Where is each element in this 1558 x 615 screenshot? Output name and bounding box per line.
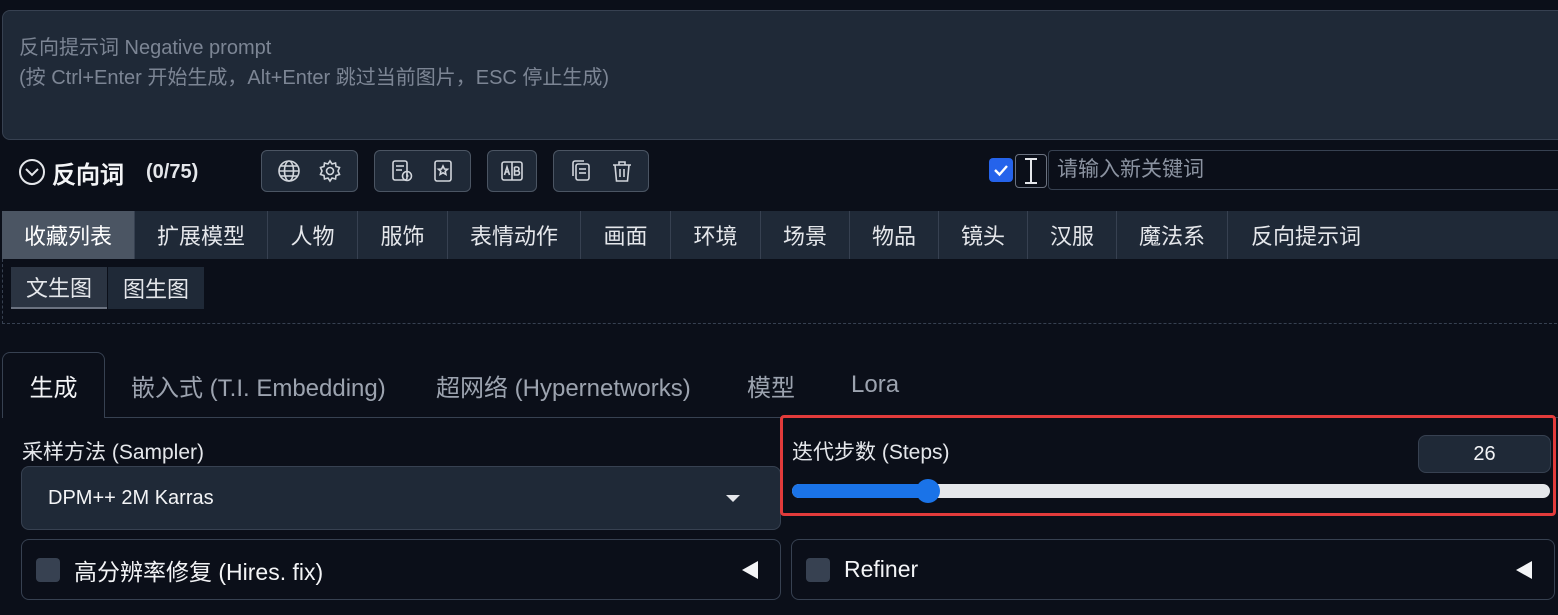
category-tab-hanfu[interactable]: 汉服 <box>1028 211 1117 259</box>
refiner-checkbox[interactable] <box>806 557 830 582</box>
category-tab-magic[interactable]: 魔法系 <box>1117 211 1228 259</box>
steps-slider-thumb[interactable] <box>916 479 940 503</box>
button-group-1 <box>261 150 358 192</box>
translate-button[interactable] <box>272 154 306 188</box>
refiner-accordion[interactable]: Refiner <box>791 539 1555 600</box>
subtab-area <box>2 259 1558 324</box>
negative-prompt-textarea[interactable]: 反向提示词 Negative prompt (按 Ctrl+Enter 开始生成… <box>2 10 1558 140</box>
hires-fix-accordion[interactable]: 高分辨率修复 (Hires. fix) <box>21 539 781 600</box>
globe-icon <box>277 160 300 182</box>
clear-button[interactable] <box>605 154 639 188</box>
copy-button[interactable] <box>564 154 598 188</box>
category-tab-scene[interactable]: 场景 <box>761 211 850 259</box>
steps-slider[interactable] <box>792 479 1550 503</box>
tab-lora[interactable]: Lora <box>851 352 899 418</box>
trash-icon <box>612 161 631 182</box>
negative-prompt-placeholder: 反向提示词 Negative prompt <box>19 37 272 59</box>
steps-label: 迭代步数 (Steps) <box>792 441 950 464</box>
gear-icon <box>319 159 341 183</box>
negative-prompt-hint: (按 Ctrl+Enter 开始生成，Alt+Enter 跳过当前图片，ESC … <box>19 67 610 89</box>
subtab-img2img[interactable]: 图生图 <box>108 267 204 309</box>
category-tab-environment[interactable]: 环境 <box>671 211 761 259</box>
favorite-button[interactable] <box>426 154 460 188</box>
hires-fix-label: 高分辨率修复 (Hires. fix) <box>74 558 324 585</box>
copy-icon <box>571 160 590 181</box>
category-tab-lens[interactable]: 镜头 <box>939 211 1028 259</box>
button-group-4 <box>553 150 649 192</box>
sampler-dropdown[interactable]: DPM++ 2M Karras <box>21 466 781 530</box>
check-icon <box>994 165 1008 177</box>
steps-number-input[interactable]: 26 <box>1418 435 1551 473</box>
sampler-label: 采样方法 (Sampler) <box>22 441 205 464</box>
button-group-3 <box>487 150 537 192</box>
category-tab-expressions[interactable]: 表情动作 <box>448 211 581 259</box>
sampler-value: DPM++ 2M Karras <box>48 486 214 509</box>
category-tab-characters[interactable]: 人物 <box>268 211 358 259</box>
history-button[interactable] <box>385 154 419 188</box>
ab-test-button[interactable] <box>495 154 529 188</box>
text-cursor-button[interactable] <box>1015 154 1047 188</box>
chevron-circle-icon <box>19 159 45 185</box>
refiner-label: Refiner <box>844 556 919 582</box>
category-tab-negative-prompts[interactable]: 反向提示词 <box>1228 211 1384 259</box>
category-tab-favorites[interactable]: 收藏列表 <box>2 211 135 259</box>
dropdown-caret-icon <box>726 495 740 502</box>
category-tab-items[interactable]: 物品 <box>850 211 939 259</box>
negative-words-title: 反向词 <box>52 161 124 189</box>
category-tab-clothing[interactable]: 服饰 <box>358 211 448 259</box>
tab-models[interactable]: 模型 <box>747 352 795 418</box>
category-tab-bar: 收藏列表 扩展模型 人物 服饰 表情动作 画面 环境 场景 物品 镜头 汉服 魔… <box>2 211 1558 259</box>
keyword-checkbox[interactable] <box>989 158 1013 182</box>
category-tab-picture[interactable]: 画面 <box>581 211 671 259</box>
ab-compare-icon <box>501 161 523 181</box>
settings-button[interactable] <box>313 154 347 188</box>
tab-embedding[interactable]: 嵌入式 (T.I. Embedding) <box>131 352 386 418</box>
category-tab-extension-models[interactable]: 扩展模型 <box>135 211 268 259</box>
new-keyword-input[interactable] <box>1048 150 1558 190</box>
history-list-icon <box>391 160 413 182</box>
bookmark-star-icon <box>434 160 453 182</box>
collapse-triangle-icon <box>742 561 758 579</box>
tab-generation[interactable]: 生成 <box>2 352 105 418</box>
steps-slider-fill <box>792 484 928 498</box>
tab-hypernetworks[interactable]: 超网络 (Hypernetworks) <box>436 352 691 418</box>
subtab-txt2img[interactable]: 文生图 <box>11 267 107 309</box>
hires-fix-checkbox[interactable] <box>36 557 60 582</box>
collapse-triangle-icon <box>1516 561 1532 579</box>
negative-words-toggle[interactable]: 反向词 (0/75) <box>18 154 198 190</box>
text-cursor-icon <box>1025 158 1037 184</box>
button-group-2 <box>374 150 471 192</box>
token-count: (0/75) <box>146 160 199 183</box>
